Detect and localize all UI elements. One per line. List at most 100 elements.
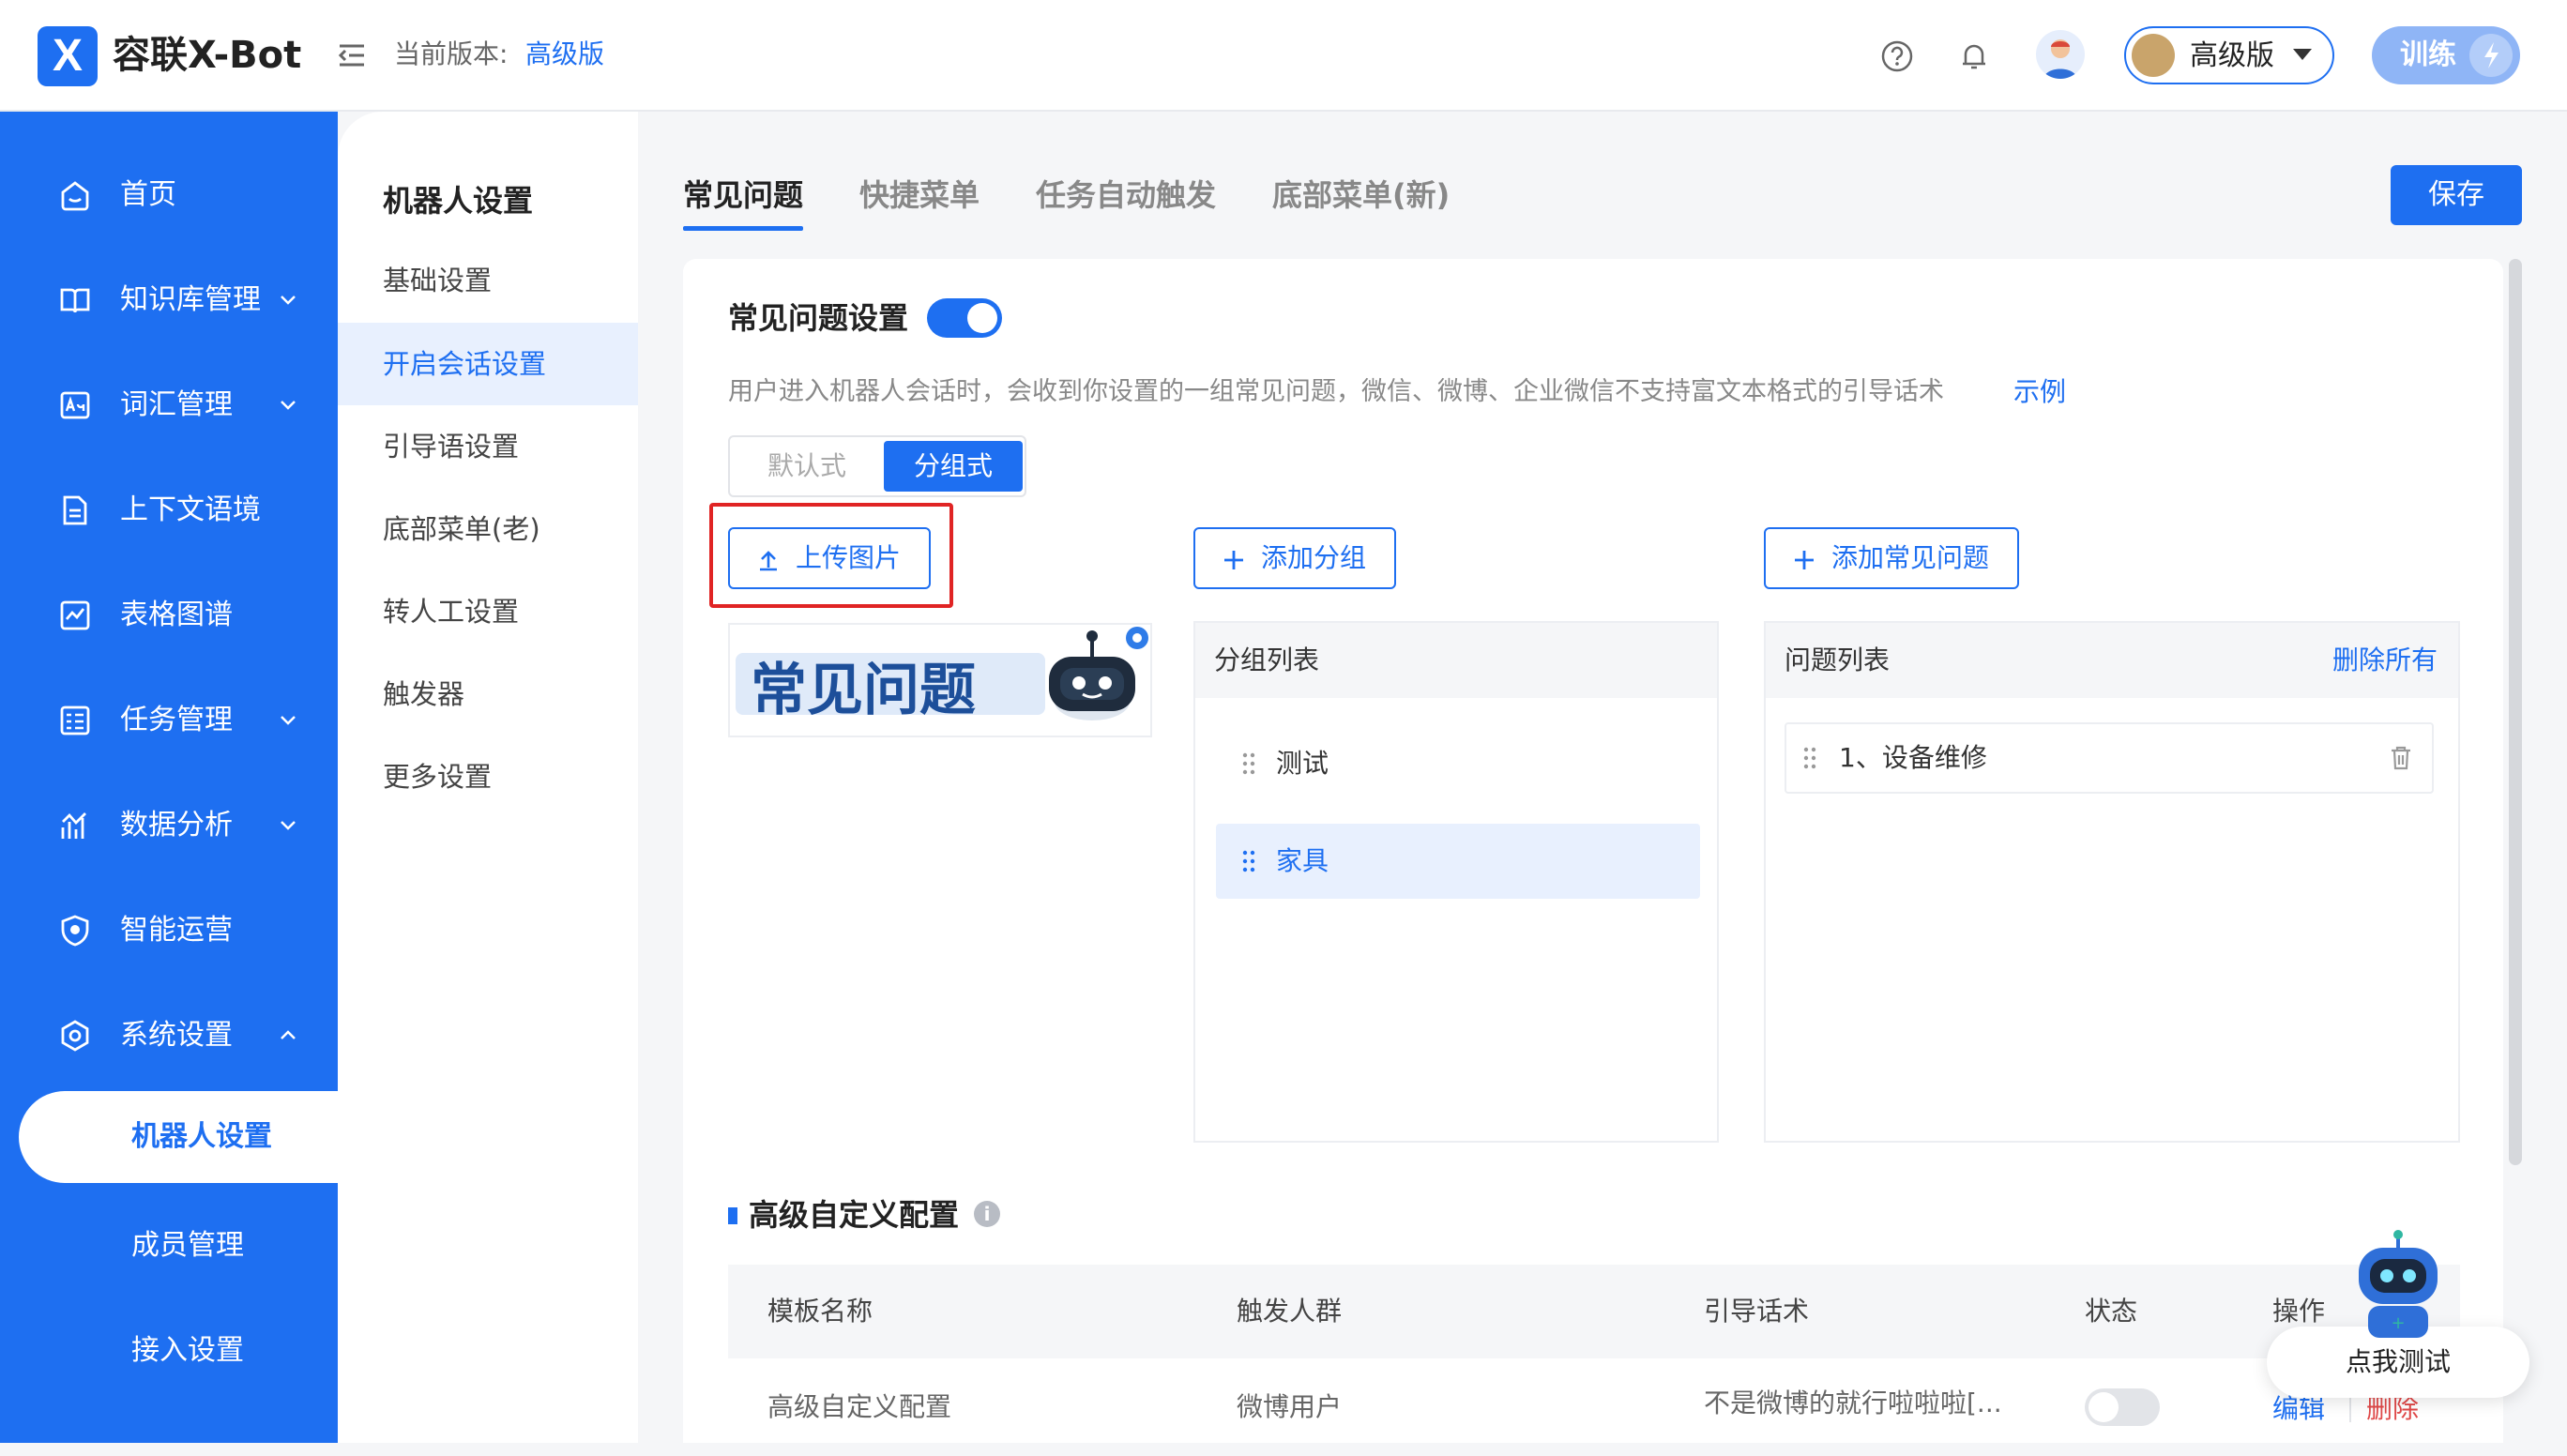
mode-grouped-option[interactable]: 分组式 bbox=[884, 441, 1023, 492]
sidebar-subitem-label: 接入设置 bbox=[131, 1334, 244, 1367]
group-item-label: 测试 bbox=[1276, 748, 1329, 779]
sidebar-subitem-label: 成员管理 bbox=[131, 1229, 244, 1262]
menu-fold-icon[interactable] bbox=[336, 39, 368, 71]
plan-selector[interactable]: 高级版 bbox=[2124, 26, 2334, 84]
active-tab-indicator bbox=[683, 226, 803, 231]
sidebar-item-label: 表格图谱 bbox=[120, 599, 233, 631]
toggle-knob bbox=[2089, 1392, 2119, 1422]
save-button[interactable]: 保存 bbox=[2391, 165, 2522, 225]
group-item-furniture[interactable]: 家具 bbox=[1216, 824, 1700, 899]
train-button[interactable]: 训练 bbox=[2372, 26, 2520, 84]
scrollbar[interactable] bbox=[2509, 259, 2522, 1165]
tab-task-trigger[interactable]: 任务自动触发 bbox=[1036, 172, 1216, 219]
plan-label: 高级版 bbox=[2190, 39, 2274, 72]
sidebar-item-knowledge[interactable]: 知识库管理 bbox=[0, 263, 338, 338]
faq-toggle[interactable] bbox=[927, 298, 1002, 338]
mode-switch: 默认式 分组式 bbox=[728, 435, 1026, 497]
tab-quick-menu[interactable]: 快捷菜单 bbox=[859, 172, 980, 219]
version-value: 高级版 bbox=[525, 38, 605, 69]
robot-icon[interactable]: + bbox=[2342, 1229, 2454, 1345]
column-header: 触发人群 bbox=[1237, 1296, 1343, 1327]
column-header: 状态 bbox=[2085, 1296, 2138, 1327]
home-icon bbox=[61, 181, 89, 211]
sidebar-item-analytics[interactable]: 数据分析 bbox=[0, 788, 338, 863]
sidebar-item-vocabulary[interactable]: 词汇管理 bbox=[0, 368, 338, 443]
subnav-item-more[interactable]: 更多设置 bbox=[338, 736, 638, 818]
drag-handle-icon[interactable] bbox=[1240, 848, 1257, 874]
table-header: 模板名称 触发人群 引导话术 状态 操作 bbox=[728, 1265, 2460, 1358]
subnav-item-basic[interactable]: 基础设置 bbox=[338, 239, 638, 322]
example-link[interactable]: 示例 bbox=[2013, 373, 2066, 411]
subnav-item-greeting[interactable]: 引导语设置 bbox=[338, 405, 638, 488]
add-question-label: 添加常见问题 bbox=[1831, 542, 1990, 573]
upload-label: 上传图片 bbox=[796, 542, 902, 573]
analytics-icon bbox=[61, 812, 86, 839]
sidebar-item-label: 知识库管理 bbox=[120, 283, 261, 316]
sidebar-item-system-settings[interactable]: 系统设置 bbox=[0, 998, 338, 1073]
upload-image-button[interactable]: 上传图片 bbox=[728, 527, 931, 589]
row-script: 不是微博的就行啦啦啦[... bbox=[1704, 1388, 2002, 1418]
app-name: 容联X-Bot bbox=[113, 34, 302, 77]
trash-icon[interactable] bbox=[2389, 745, 2413, 771]
chevron-down-icon bbox=[281, 716, 296, 725]
settings-icon bbox=[61, 1020, 89, 1052]
group-item-test[interactable]: 测试 bbox=[1216, 726, 1700, 801]
sidebar-subitem-members[interactable]: 成员管理 bbox=[0, 1208, 338, 1283]
banner-text: 常见问题 bbox=[751, 658, 976, 723]
subnav-item-session[interactable]: 开启会话设置 bbox=[338, 323, 638, 405]
subnav-title: 机器人设置 bbox=[383, 183, 534, 219]
sidebar-subitem-access[interactable]: 接入设置 bbox=[0, 1313, 338, 1388]
chevron-down-icon bbox=[281, 296, 296, 305]
chevron-down-icon bbox=[281, 401, 296, 410]
sidebar-item-label: 词汇管理 bbox=[120, 388, 233, 421]
row-status-toggle[interactable] bbox=[2085, 1388, 2160, 1426]
drag-handle-icon[interactable] bbox=[1801, 745, 1818, 771]
faq-description: 用户进入机器人会话时，会收到你设置的一组常见问题，微信、微博、企业微信不支持富文… bbox=[728, 377, 1944, 406]
plus-icon bbox=[1795, 551, 1814, 569]
sidebar-item-label: 首页 bbox=[120, 178, 176, 211]
toggle-knob bbox=[967, 303, 997, 333]
info-icon[interactable]: i bbox=[974, 1201, 1000, 1227]
top-header: X 容联X-Bot 当前版本: 高级版 高级版 训练 bbox=[0, 0, 2567, 112]
plan-avatar bbox=[2132, 34, 2175, 77]
faq-banner-preview[interactable]: 常见问题 bbox=[728, 623, 1152, 737]
mode-default-option[interactable]: 默认式 bbox=[730, 437, 884, 495]
add-question-button[interactable]: 添加常见问题 bbox=[1764, 527, 2019, 589]
column-header: 模板名称 bbox=[767, 1296, 873, 1327]
row-audience: 微博用户 bbox=[1237, 1391, 1343, 1422]
bell-icon[interactable] bbox=[1957, 39, 1991, 73]
subnav-item-human-transfer[interactable]: 转人工设置 bbox=[338, 570, 638, 653]
upload-icon bbox=[760, 551, 777, 571]
add-group-button[interactable]: 添加分组 bbox=[1193, 527, 1396, 589]
sidebar-item-label: 数据分析 bbox=[120, 809, 233, 842]
faq-section-title: 常见问题设置 bbox=[728, 300, 909, 336]
train-label: 训练 bbox=[2400, 38, 2456, 71]
chevron-down-icon bbox=[281, 821, 296, 830]
delete-all-link[interactable]: 删除所有 bbox=[2332, 623, 2438, 698]
question-item[interactable]: 1、设备维修 bbox=[1785, 722, 2434, 794]
logo-icon: X bbox=[38, 26, 98, 86]
sidebar-item-label: 系统设置 bbox=[120, 1019, 233, 1052]
sidebar-item-context[interactable]: 上下文语境 bbox=[0, 473, 338, 548]
sidebar: 首页 知识库管理 词汇管理 上下文语境 表格图谱 任务管理 数据分析 智能运营 … bbox=[0, 112, 338, 1443]
book-icon bbox=[60, 288, 90, 313]
subnav-item-bottom-menu-old[interactable]: 底部菜单(老) bbox=[338, 488, 638, 570]
drag-handle-icon[interactable] bbox=[1240, 751, 1257, 777]
version-label: 当前版本: bbox=[394, 38, 509, 69]
link-divider bbox=[2349, 1396, 2351, 1422]
sidebar-subitem-label: 机器人设置 bbox=[131, 1120, 272, 1153]
group-item-label: 家具 bbox=[1276, 845, 1329, 876]
user-avatar[interactable] bbox=[2036, 30, 2085, 79]
tab-bottom-menu-new[interactable]: 底部菜单(新) bbox=[1272, 172, 1450, 219]
sidebar-item-tasks[interactable]: 任务管理 bbox=[0, 683, 338, 758]
sidebar-item-operations[interactable]: 智能运营 bbox=[0, 893, 338, 968]
help-icon[interactable] bbox=[1880, 39, 1914, 73]
sidebar-item-home[interactable]: 首页 bbox=[0, 158, 338, 233]
tab-faq[interactable]: 常见问题 bbox=[683, 172, 803, 219]
shield-icon bbox=[61, 915, 89, 947]
sidebar-item-table-graph[interactable]: 表格图谱 bbox=[0, 578, 338, 653]
settings-subnav: 机器人设置 基础设置 开启会话设置 引导语设置 底部菜单(老) 转人工设置 触发… bbox=[338, 112, 638, 1443]
chevron-up-icon bbox=[281, 1030, 296, 1039]
faq-banner-image: 常见问题 bbox=[730, 625, 1150, 736]
subnav-item-trigger[interactable]: 触发器 bbox=[338, 653, 638, 736]
